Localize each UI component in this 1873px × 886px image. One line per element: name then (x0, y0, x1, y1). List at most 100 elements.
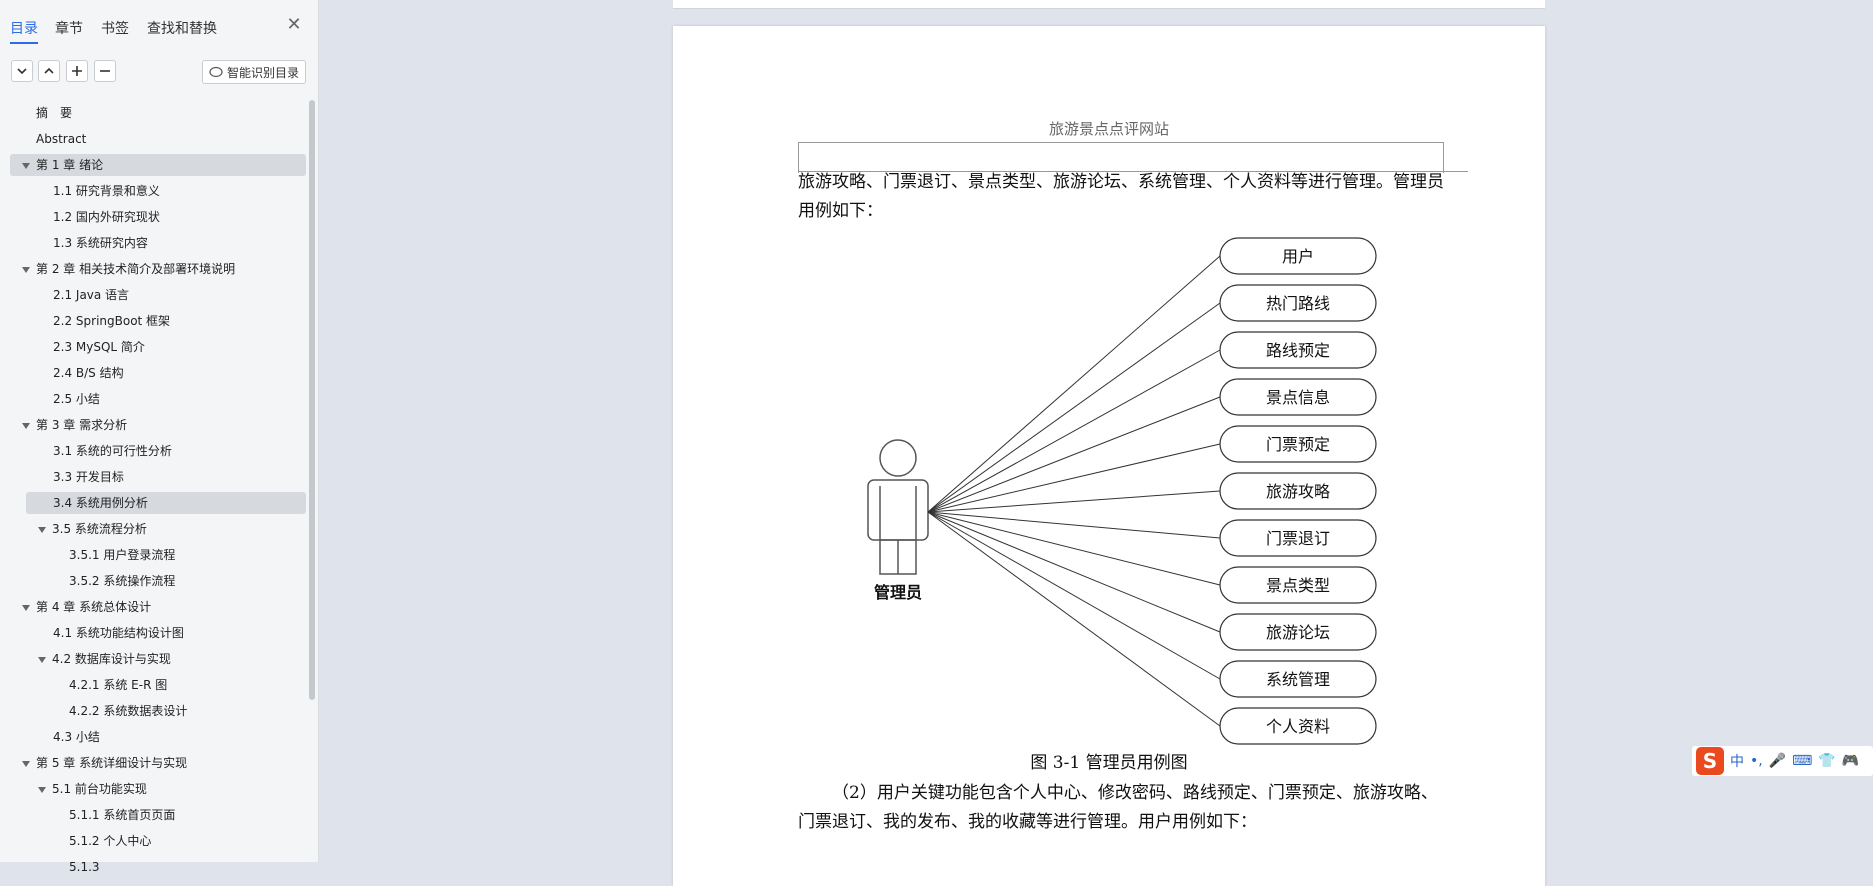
toc-item[interactable]: 2.4 B/S 结构 (53, 362, 124, 384)
use-case-label: 景点类型 (1266, 576, 1330, 595)
previous-page-edge (673, 0, 1545, 9)
toc-item[interactable]: 第 5 章 系统详细设计与实现 (22, 752, 187, 774)
caret-icon[interactable] (22, 422, 30, 429)
remove-entry-button[interactable] (94, 60, 116, 82)
association-line (927, 511, 1221, 633)
toc-item[interactable]: 5.1.2 个人中心 (69, 830, 151, 852)
tab-chapters[interactable]: 章节 (55, 18, 83, 38)
caret-icon[interactable] (22, 760, 30, 767)
caret-icon[interactable] (22, 162, 30, 169)
use-case-label: 热门路线 (1266, 294, 1330, 313)
punctuation-icon[interactable]: •, (1750, 753, 1763, 769)
toc-item[interactable]: 5.1 前台功能实现 (38, 778, 147, 800)
use-case: 景点类型 (1219, 566, 1377, 604)
use-case-label: 门票预定 (1266, 435, 1330, 454)
keyboard-icon[interactable]: ⌨ (1792, 753, 1812, 769)
toc-item[interactable]: 第 3 章 需求分析 (22, 414, 127, 436)
minus-icon (100, 70, 110, 72)
close-icon[interactable]: ✕ (283, 14, 305, 36)
skin-icon[interactable]: 👕 (1818, 753, 1835, 769)
use-case: 景点信息 (1219, 378, 1377, 416)
caret-icon[interactable] (38, 526, 46, 533)
association-line (927, 349, 1221, 513)
use-case-nodes: 用户热门路线路线预定景点信息门票预定旅游攻略门票退订景点类型旅游论坛系统管理个人… (1219, 237, 1377, 745)
gamepad-icon[interactable]: 🎮 (1842, 753, 1859, 769)
caret-icon[interactable] (22, 604, 30, 611)
association-line (927, 511, 1221, 680)
toc-item[interactable]: 1.2 国内外研究现状 (53, 206, 160, 228)
smart-toc-label: 智能识别目录 (226, 65, 299, 80)
document-page[interactable]: 旅游景点点评网站 旅游攻略、门票退订、景点类型、旅游论坛、系统管理、个人资料等进… (673, 26, 1545, 886)
actor-label: 管理员 (874, 583, 922, 602)
sidebar-tabs: 目录 章节 书签 查找和替换 ✕ (0, 0, 318, 50)
toc-item[interactable]: 3.3 开发目标 (53, 466, 124, 488)
association-line (927, 511, 1221, 586)
toc-item[interactable]: 3.5 系统流程分析 (38, 518, 147, 540)
toc-item[interactable]: 第 1 章 绪论 (10, 154, 306, 176)
add-entry-button[interactable] (66, 60, 88, 82)
toc-item[interactable]: 2.2 SpringBoot 框架 (53, 310, 170, 332)
toc-item[interactable]: 4.2 数据库设计与实现 (38, 648, 171, 670)
toc-item[interactable]: 摘 要 (36, 102, 72, 124)
actor-body (867, 479, 929, 541)
use-case: 旅游攻略 (1219, 472, 1377, 510)
ime-toolbar[interactable]: S 中 •, 🎤 ⌨ 👕 🎮 (1692, 746, 1873, 776)
toc-item[interactable]: 4.3 小结 (53, 726, 100, 748)
chevron-down-icon (17, 68, 27, 75)
association-line (927, 255, 1221, 513)
expand-up-button[interactable] (38, 60, 60, 82)
sidebar-scrollbar[interactable] (309, 100, 315, 700)
use-case-label: 系统管理 (1266, 670, 1330, 689)
toc-item[interactable]: 2.1 Java 语言 (53, 284, 129, 306)
toc-item-active[interactable]: 3.4 系统用例分析 (26, 492, 306, 514)
page-header: 旅游景点点评网站 (1048, 120, 1169, 138)
use-case: 热门路线 (1219, 284, 1377, 322)
toc-item[interactable]: 3.5.1 用户登录流程 (69, 544, 175, 566)
toc-item[interactable]: 3.1 系统的可行性分析 (53, 440, 172, 462)
association-line (927, 302, 1221, 513)
toc-item[interactable]: 3.5.2 系统操作流程 (69, 570, 175, 592)
use-case-label: 路线预定 (1266, 341, 1330, 360)
use-case-diagram: 管理员 用户热门路线路线预定景点信息门票预定旅游攻略门票退订景点类型旅游论坛系统… (867, 237, 1377, 745)
use-case-label: 景点信息 (1266, 388, 1330, 407)
toc-item[interactable]: 2.3 MySQL 简介 (53, 336, 145, 358)
caret-icon[interactable] (22, 266, 30, 273)
association-lines (927, 255, 1221, 727)
toc-sidebar: 目录 章节 书签 查找和替换 ✕ 智能识别目录 摘 要 Abstract 第 1… (0, 0, 319, 874)
toc-item[interactable]: 4.2.2 系统数据表设计 (69, 700, 187, 722)
tab-toc[interactable]: 目录 (10, 18, 38, 44)
ime-logo-icon[interactable]: S (1696, 747, 1724, 775)
smart-toc-button[interactable]: 智能识别目录 (202, 60, 306, 84)
toc-item[interactable]: 1.3 系统研究内容 (53, 232, 148, 254)
caret-icon[interactable] (38, 786, 46, 793)
body-paragraph-2[interactable]: （2）用户关键功能包含个人中心、修改密码、路线预定、门票预定、旅游攻略、门票退订… (798, 779, 1444, 837)
collapse-all-button[interactable] (11, 60, 33, 82)
toc-item[interactable]: Abstract (36, 128, 86, 150)
use-case: 个人资料 (1219, 707, 1377, 745)
toc-item[interactable]: 第 4 章 系统总体设计 (22, 596, 151, 618)
figure-caption: 图 3-1 管理员用例图 (1030, 753, 1188, 773)
use-case-label: 个人资料 (1266, 717, 1330, 736)
tab-bookmarks[interactable]: 书签 (101, 18, 129, 38)
toc-item[interactable]: 4.1 系统功能结构设计图 (53, 622, 184, 644)
actor-head (879, 439, 917, 477)
toc-item[interactable]: 5.1.1 系统首页页面 (69, 804, 175, 826)
tab-find-replace[interactable]: 查找和替换 (147, 18, 217, 38)
ime-mode-indicator[interactable]: 中 (1730, 751, 1744, 771)
toc-item[interactable]: 1.1 研究背景和意义 (53, 180, 160, 202)
toc-item[interactable]: 5.1.3 (69, 856, 100, 878)
caret-icon[interactable] (38, 656, 46, 663)
toc-item[interactable]: 4.2.1 系统 E-R 图 (69, 674, 167, 696)
toc-item[interactable]: 第 2 章 相关技术简介及部署环境说明 (22, 258, 235, 280)
chat-bubble-icon (209, 66, 223, 78)
body-paragraph[interactable]: 旅游攻略、门票退订、景点类型、旅游论坛、系统管理、个人资料等进行管理。管理员用例… (798, 168, 1444, 226)
use-case: 门票预定 (1219, 425, 1377, 463)
toc-toolbar: 智能识别目录 (0, 58, 318, 88)
plus-icon (72, 66, 82, 76)
use-case-label: 门票退订 (1266, 529, 1330, 548)
toc-item[interactable]: 2.5 小结 (53, 388, 100, 410)
microphone-icon[interactable]: 🎤 (1769, 753, 1786, 769)
association-line (927, 511, 1221, 727)
actor-figure (867, 439, 929, 575)
chevron-up-icon (44, 67, 54, 74)
